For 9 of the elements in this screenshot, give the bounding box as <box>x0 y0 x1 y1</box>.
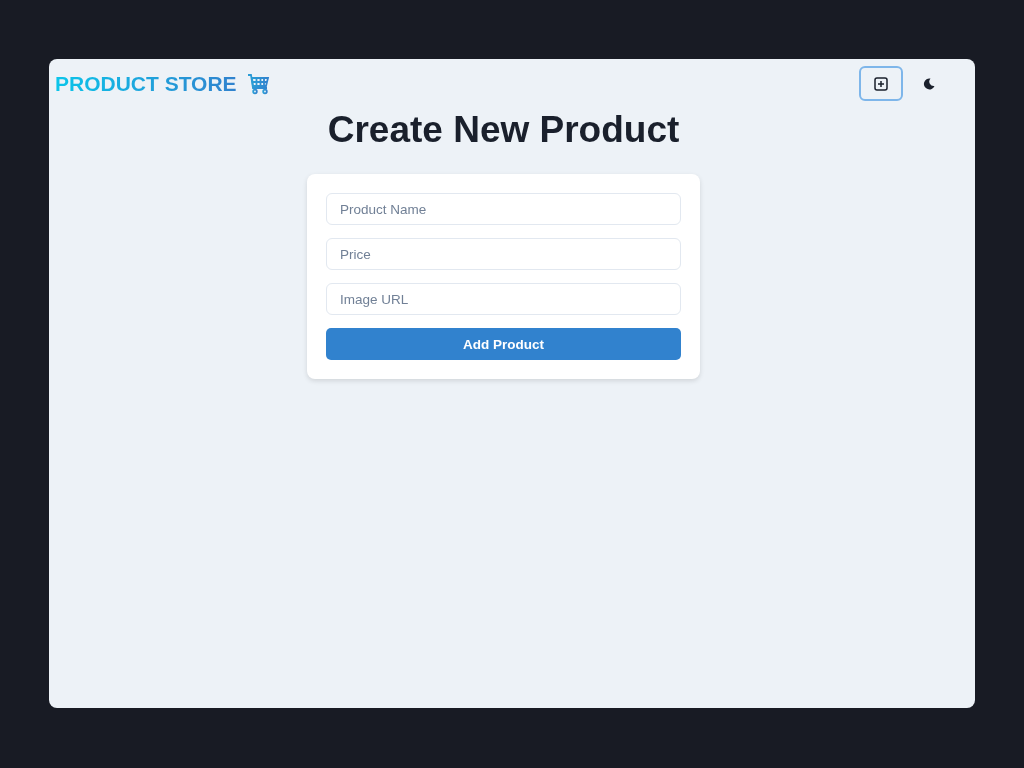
page-heading: Create New Product <box>327 108 680 152</box>
input-field[interactable]: Price <box>326 238 681 270</box>
add-product-button[interactable]: Add Product <box>326 328 681 360</box>
moon-icon <box>923 77 935 90</box>
input-field[interactable]: Image URL <box>326 283 681 315</box>
plus-square-icon <box>874 76 888 91</box>
create-button[interactable] <box>859 66 903 101</box>
shopping-cart-icon <box>246 72 271 95</box>
input-field[interactable]: Product Name <box>326 193 681 225</box>
